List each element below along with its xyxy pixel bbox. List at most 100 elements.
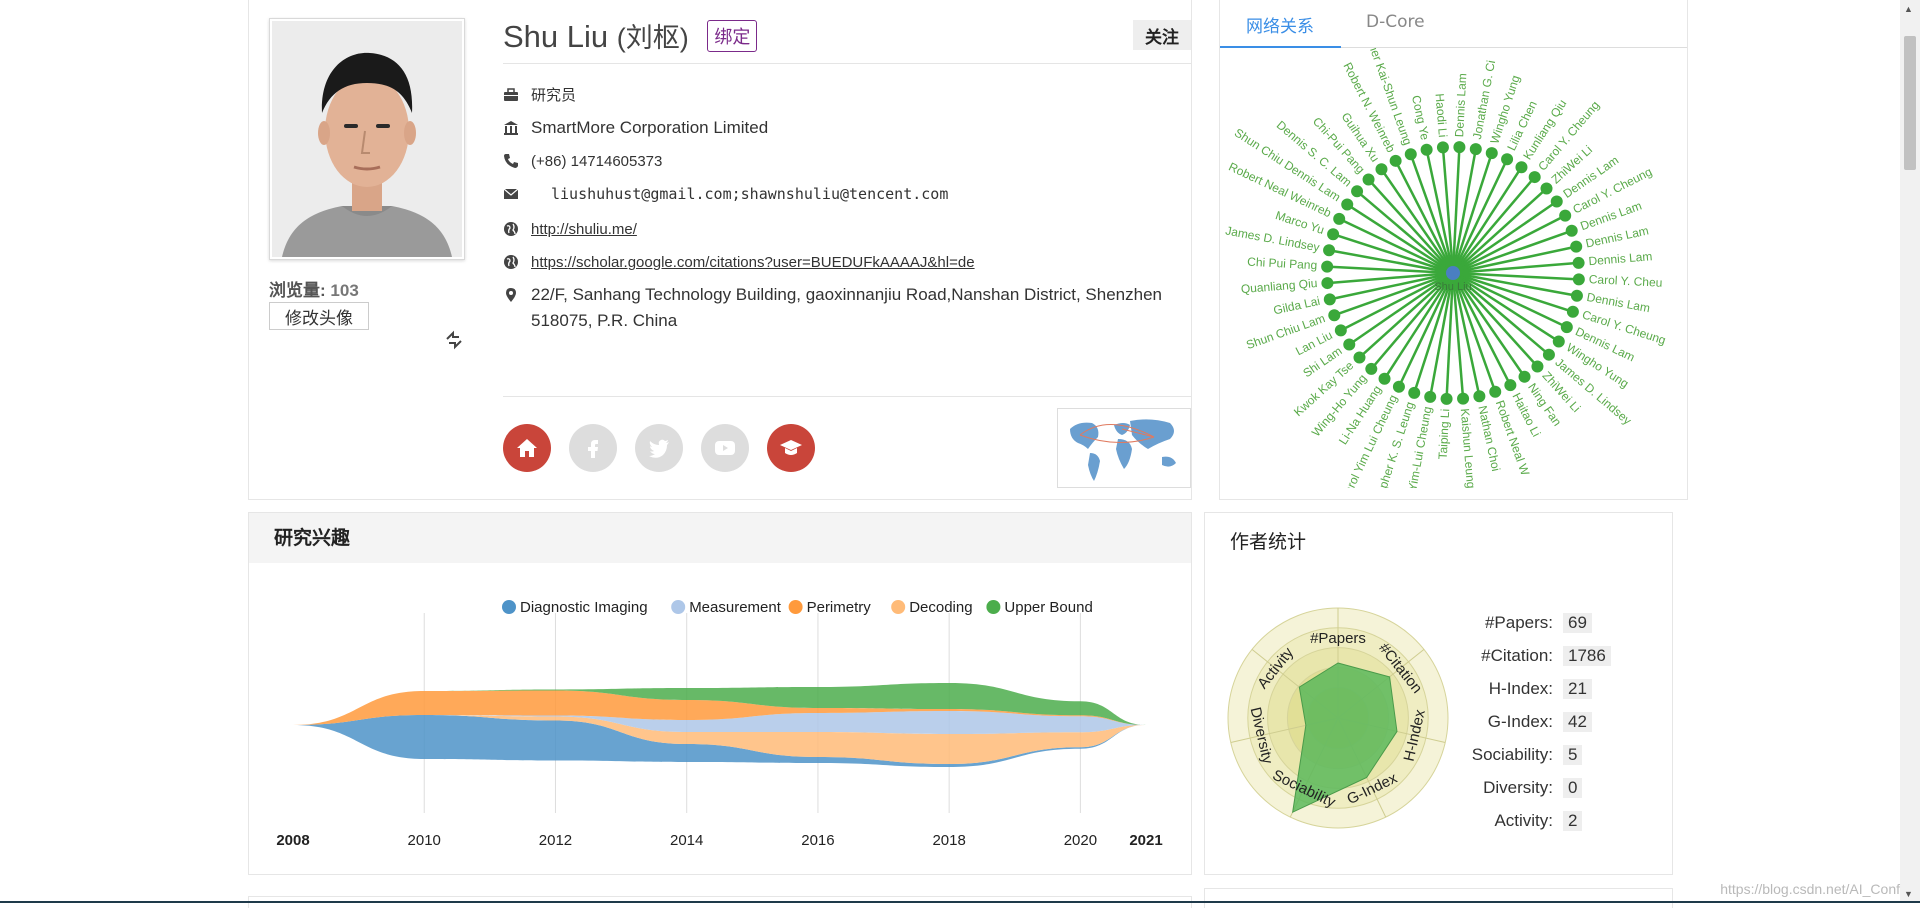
network-node[interactable] xyxy=(1570,289,1583,302)
network-node[interactable] xyxy=(1375,163,1388,176)
network-node[interactable] xyxy=(1540,182,1553,195)
network-node-label[interactable]: Quanliang Qiu xyxy=(1240,276,1318,296)
network-node[interactable] xyxy=(1323,244,1336,257)
network-node[interactable] xyxy=(1378,372,1391,385)
avatar[interactable] xyxy=(269,18,465,260)
views-label: 浏览量: xyxy=(269,281,326,300)
tab-dcore[interactable]: D-Core xyxy=(1366,12,1425,32)
network-node[interactable] xyxy=(1528,171,1541,184)
network-node[interactable] xyxy=(1550,195,1563,208)
network-node[interactable] xyxy=(1504,379,1517,392)
home-button[interactable] xyxy=(503,424,551,472)
scroll-thumb[interactable] xyxy=(1904,36,1916,170)
network-node[interactable] xyxy=(1424,390,1437,403)
network-node[interactable] xyxy=(1362,173,1375,186)
change-avatar-button[interactable]: 修改头像 xyxy=(269,302,369,330)
network-node[interactable] xyxy=(1485,147,1498,160)
network-node[interactable] xyxy=(1333,212,1346,225)
network-node[interactable] xyxy=(1473,390,1486,403)
scholar-link[interactable]: https://scholar.google.com/citations?use… xyxy=(531,254,975,271)
phone-icon xyxy=(504,154,518,168)
network-node[interactable] xyxy=(1552,335,1565,348)
network-node[interactable] xyxy=(1328,309,1341,322)
stat-value: 2 xyxy=(1563,811,1583,831)
bind-button[interactable]: 绑定 xyxy=(707,20,758,52)
swap-icon[interactable] xyxy=(444,330,464,355)
network-node[interactable] xyxy=(1408,386,1421,399)
network-node[interactable] xyxy=(1321,277,1334,290)
network-node[interactable] xyxy=(1334,324,1347,337)
network-node[interactable] xyxy=(1489,385,1502,398)
network-node[interactable] xyxy=(1501,153,1514,166)
network-graph[interactable]: Haodi Li Dennis Lam Jonathan G. CiWingho Y… xyxy=(1220,0,1689,526)
network-node-label[interactable]: Taiping Li xyxy=(1436,408,1453,459)
legend-label[interactable]: Measurement xyxy=(689,599,782,616)
network-node[interactable] xyxy=(1420,143,1433,156)
network-node[interactable] xyxy=(1341,198,1354,211)
youtube-icon xyxy=(715,441,735,455)
homepage-link[interactable]: http://shuliu.me/ xyxy=(531,221,637,238)
network-node[interactable] xyxy=(1565,224,1578,237)
legend-label[interactable]: Upper Bound xyxy=(1004,599,1092,616)
legend-label[interactable]: Diagnostic Imaging xyxy=(520,599,648,616)
network-node[interactable] xyxy=(1321,260,1334,273)
email-text: liushuhust@gmail.com;shawnshuliu@tencent… xyxy=(551,185,949,203)
network-node[interactable] xyxy=(1570,240,1583,253)
x-tick-label: 2020 xyxy=(1064,832,1097,849)
scroll-up-icon[interactable]: ▲ xyxy=(1904,4,1913,14)
twitter-icon xyxy=(649,439,669,458)
legend-swatch[interactable] xyxy=(671,600,686,614)
network-node[interactable] xyxy=(1392,380,1405,393)
network-node[interactable] xyxy=(1453,141,1466,154)
legend-swatch[interactable] xyxy=(788,600,803,614)
network-center-node[interactable] xyxy=(1446,266,1460,280)
legend-swatch[interactable] xyxy=(891,600,906,614)
facebook-button[interactable] xyxy=(569,424,617,472)
network-node[interactable] xyxy=(1404,148,1417,161)
network-node-label[interactable]: Kaishun Leung xyxy=(1458,408,1478,489)
network-node-label[interactable]: Dennis Lam xyxy=(1588,249,1653,268)
legend-label[interactable]: Decoding xyxy=(909,599,972,616)
network-node[interactable] xyxy=(1542,348,1555,361)
scroll-down-icon[interactable]: ▼ xyxy=(1904,889,1913,899)
youtube-button[interactable] xyxy=(701,424,749,472)
network-node[interactable] xyxy=(1559,209,1572,222)
world-map-thumbnail[interactable] xyxy=(1057,408,1191,488)
network-node[interactable] xyxy=(1566,305,1579,318)
network-node[interactable] xyxy=(1436,141,1449,154)
network-node[interactable] xyxy=(1389,154,1402,167)
network-node[interactable] xyxy=(1323,293,1336,306)
legend-swatch[interactable] xyxy=(502,600,516,614)
network-node-label[interactable]: Carol Y. Cheu xyxy=(1589,272,1663,290)
profile-card: 浏览量: 103 修改头像 Shu Liu (刘枢) 绑定 关注 研究员 Sma… xyxy=(248,0,1192,500)
follow-button[interactable]: 关注 xyxy=(1133,20,1191,50)
stat-row: H-Index: 21 xyxy=(1445,677,1645,701)
network-node[interactable] xyxy=(1518,370,1531,383)
network-node[interactable] xyxy=(1457,392,1470,405)
legend-swatch[interactable] xyxy=(986,600,1001,614)
radar-axis-label: #Papers xyxy=(1310,630,1366,647)
scholar-button[interactable] xyxy=(767,424,815,472)
research-interest-chart[interactable]: 2008 2010 2012 2014 2016 2018 2020 2021 Diagnost… xyxy=(249,563,1191,874)
network-node-label[interactable]: Dennis Lam xyxy=(1452,73,1469,138)
network-node[interactable] xyxy=(1469,143,1482,156)
network-node[interactable] xyxy=(1353,351,1366,364)
network-node[interactable] xyxy=(1572,256,1585,269)
twitter-button[interactable] xyxy=(635,424,683,472)
network-node-label[interactable]: Chi Pui Pang xyxy=(1247,255,1318,273)
network-node-label[interactable]: Haodi Li xyxy=(1432,93,1449,138)
network-node[interactable] xyxy=(1515,161,1528,174)
stat-label: #Papers: xyxy=(1484,613,1553,632)
network-node[interactable] xyxy=(1531,360,1544,373)
network-node[interactable] xyxy=(1440,392,1453,405)
network-node[interactable] xyxy=(1572,273,1585,286)
network-node[interactable] xyxy=(1327,228,1340,241)
legend-label[interactable]: Perimetry xyxy=(807,599,872,616)
network-node[interactable] xyxy=(1560,321,1573,334)
network-node[interactable] xyxy=(1351,185,1364,198)
page-scrollbar[interactable]: ▲ ▼ xyxy=(1900,0,1920,903)
profile-info: 研究员 SmartMore Corporation Limited (+86) … xyxy=(503,82,1203,334)
network-node[interactable] xyxy=(1343,338,1356,351)
tab-network[interactable]: 网络关系 xyxy=(1246,12,1314,37)
network-node[interactable] xyxy=(1365,362,1378,375)
